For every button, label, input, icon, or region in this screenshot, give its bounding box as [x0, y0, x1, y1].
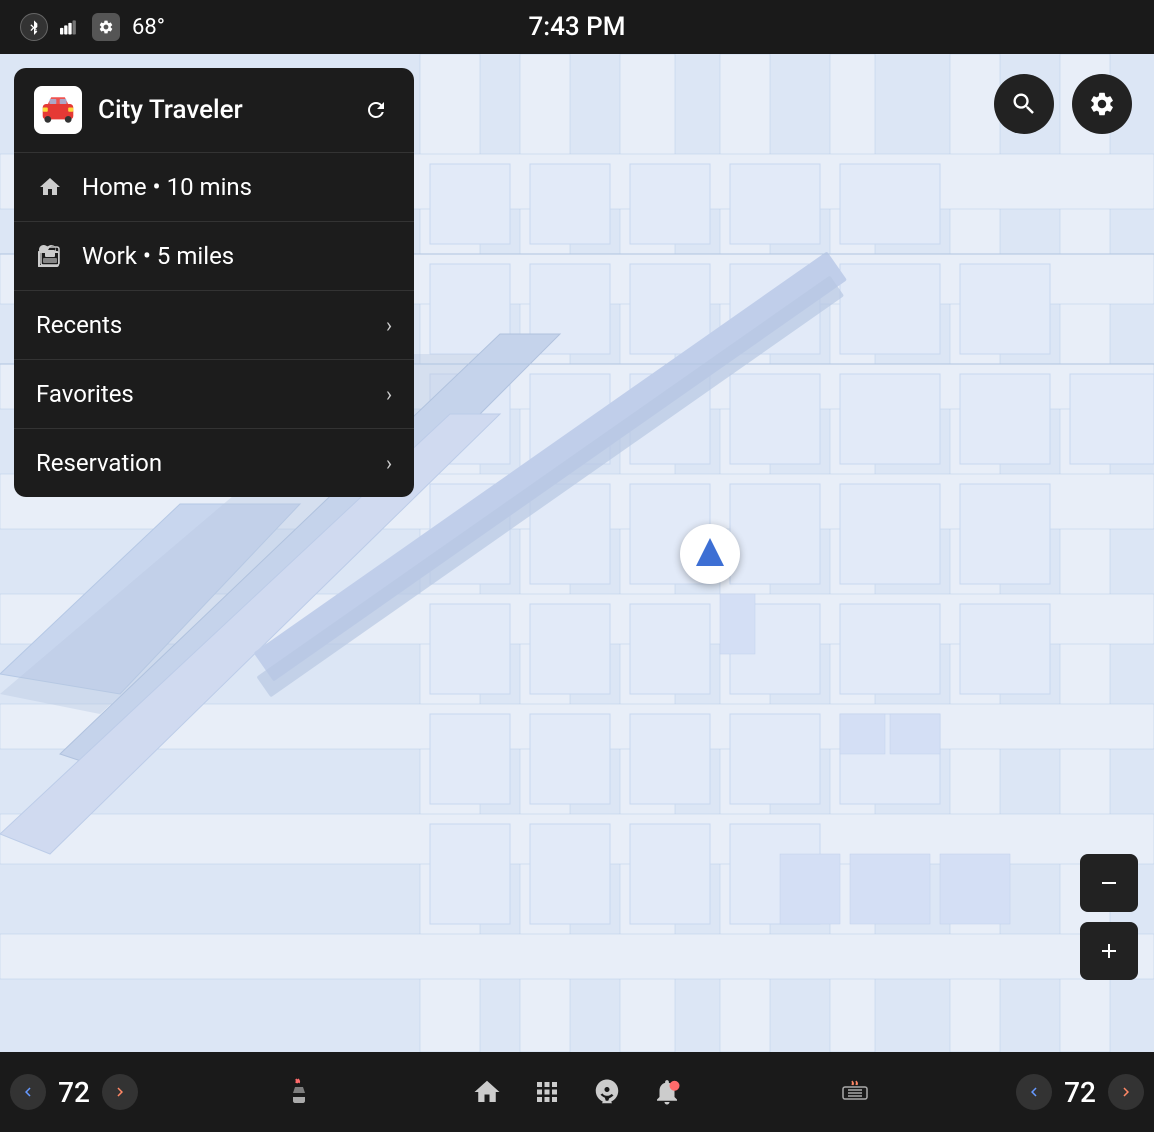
nav-item-favorites[interactable]: Favorites › — [14, 360, 414, 429]
zoom-out-button[interactable] — [1080, 854, 1138, 912]
nav-panel-title: City Traveler — [98, 95, 342, 125]
left-temperature-value: 72 — [52, 1076, 96, 1109]
work-item-label: Work • 5 miles — [82, 242, 392, 270]
zoom-in-button[interactable] — [1080, 922, 1138, 980]
seat-heat-button[interactable] — [274, 1066, 326, 1118]
status-left: 68° — [20, 13, 165, 41]
nav-item-reservation[interactable]: Reservation › — [14, 429, 414, 497]
favorites-item-label: Favorites — [36, 380, 368, 408]
status-bar: 68° 7:43 PM — [0, 0, 1154, 54]
map-search-button[interactable] — [994, 74, 1054, 134]
navigation-arrow — [696, 538, 724, 566]
center-nav-icons — [461, 1066, 693, 1118]
map-settings-button[interactable] — [1072, 74, 1132, 134]
status-time: 7:43 PM — [529, 12, 626, 42]
reservation-arrow-icon: › — [386, 451, 392, 475]
left-temp-increase-button[interactable] — [102, 1074, 138, 1110]
app-icon — [34, 86, 82, 134]
left-temp-control: 72 — [10, 1074, 138, 1110]
recents-arrow-icon: › — [386, 313, 392, 337]
signal-icon — [56, 13, 84, 41]
reservation-item-label: Reservation — [36, 449, 368, 477]
fan-button[interactable] — [581, 1066, 633, 1118]
work-icon — [36, 242, 64, 270]
status-icons — [20, 13, 120, 41]
system-settings-icon[interactable] — [92, 13, 120, 41]
nav-item-recents[interactable]: Recents › — [14, 291, 414, 360]
bluetooth-icon — [20, 13, 48, 41]
recents-item-label: Recents — [36, 311, 368, 339]
right-temp-increase-button[interactable] — [1108, 1074, 1144, 1110]
map-area[interactable]: City Traveler Home • 10 mins — [0, 54, 1154, 1052]
apps-nav-button[interactable] — [521, 1066, 573, 1118]
notification-button[interactable] — [641, 1066, 693, 1118]
left-temp-decrease-button[interactable] — [10, 1074, 46, 1110]
nav-panel: City Traveler Home • 10 mins — [14, 68, 414, 497]
home-nav-button[interactable] — [461, 1066, 513, 1118]
home-item-label: Home • 10 mins — [82, 173, 392, 201]
bottom-bar: 72 — [0, 1052, 1154, 1132]
nav-header: City Traveler — [14, 68, 414, 153]
right-temperature-value: 72 — [1058, 1076, 1102, 1109]
nav-item-home[interactable]: Home • 10 mins — [14, 153, 414, 222]
right-temp-decrease-button[interactable] — [1016, 1074, 1052, 1110]
favorites-arrow-icon: › — [386, 382, 392, 406]
status-temperature: 68° — [132, 15, 165, 40]
location-marker — [680, 524, 740, 584]
location-circle — [680, 524, 740, 584]
car-svg-icon — [41, 93, 75, 127]
refresh-button[interactable] — [358, 92, 394, 128]
right-temp-control: 72 — [1016, 1074, 1144, 1110]
rear-defrost-button[interactable] — [829, 1066, 881, 1118]
nav-item-work[interactable]: Work • 5 miles — [14, 222, 414, 291]
home-icon — [36, 173, 64, 201]
